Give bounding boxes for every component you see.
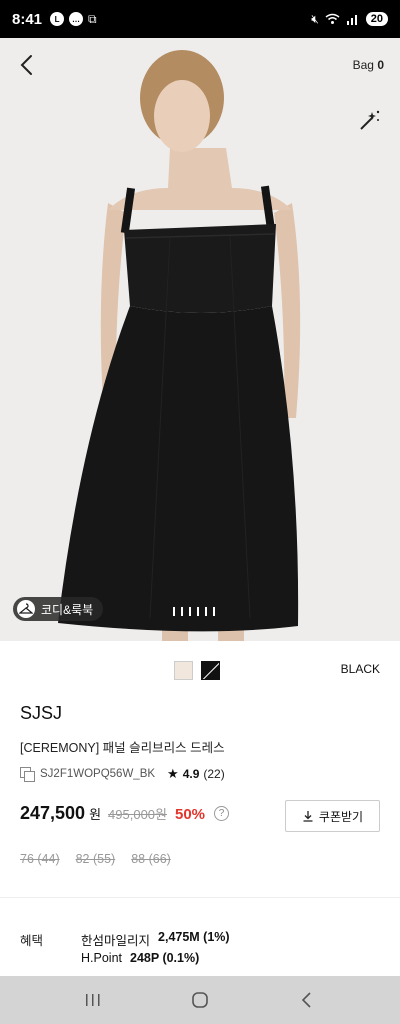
brand-name[interactable]: SJSJ	[20, 703, 62, 724]
product-code: SJ2F1WOPQ56W_BK	[40, 768, 156, 780]
benefit-name: H.Point	[81, 951, 122, 965]
size-option[interactable]: 88 (66)	[131, 852, 171, 866]
lookbook-label: 코디&룩북	[41, 602, 94, 617]
status-bar: 8:41 L … ⧉ 🔇︎ 20	[0, 0, 400, 38]
coupon-button[interactable]: 쿠폰받기	[285, 800, 380, 832]
product-image[interactable]: Bag 0 코디&룩북	[0, 38, 400, 641]
bag-label: Bag	[352, 58, 374, 72]
selected-color-name: BLACK	[340, 662, 380, 676]
product-meta: SJ2F1WOPQ56W_BK ★ 4.9 (22)	[20, 766, 225, 782]
size-options: 76 (44) 82 (55) 88 (66)	[20, 852, 171, 866]
benefit-label: 혜택	[20, 934, 44, 948]
system-icons: 🔇︎ 20	[311, 12, 388, 27]
coupon-label: 쿠폰받기	[318, 809, 364, 824]
review-count[interactable]: (22)	[203, 767, 224, 781]
talk-icon: …	[69, 12, 84, 26]
divider	[0, 897, 400, 898]
benefit-value: 248P (0.1%)	[130, 951, 200, 965]
benefit-name: 한섬마일리지	[81, 934, 151, 948]
line-icon: L	[50, 12, 65, 26]
image-pager	[173, 607, 215, 616]
benefit-item: H.Point 248P (0.1%)	[81, 951, 199, 965]
battery-icon: 20	[365, 12, 388, 26]
pager-dot	[189, 607, 191, 616]
help-icon[interactable]: ?	[214, 806, 230, 821]
notification-icons: L … ⧉	[50, 12, 97, 27]
recents-icon[interactable]	[78, 985, 108, 1015]
swatch-black[interactable]	[201, 661, 220, 680]
mute-icon: 🔇︎	[311, 11, 319, 26]
lookbook-button[interactable]: 코디&룩북	[13, 597, 104, 621]
download-icon	[303, 811, 313, 822]
system-nav-bar	[0, 976, 400, 1024]
screenshot-icon: ⧉	[88, 11, 97, 26]
pager-dot	[205, 607, 207, 616]
pager-dot	[213, 607, 215, 616]
sale-price: 247,500	[20, 803, 86, 823]
price-row: 247,500 원 495,000원 50% ?	[20, 803, 230, 824]
bag-count: 0	[377, 58, 384, 72]
color-swatches	[174, 661, 220, 680]
benefit-value: 2,475M (1%)	[158, 930, 230, 944]
back-icon[interactable]	[292, 985, 322, 1015]
wifi-icon	[325, 13, 340, 24]
pager-dot	[173, 607, 175, 616]
back-button[interactable]	[14, 52, 40, 78]
swatch-beige[interactable]	[174, 661, 193, 680]
benefit-item: 한섬마일리지 2,475M (1%)	[81, 930, 230, 949]
pager-dot	[197, 607, 199, 616]
home-icon[interactable]	[185, 985, 215, 1015]
rating-value[interactable]: 4.9	[183, 767, 200, 781]
star-icon: ★	[167, 766, 179, 781]
pager-dot	[181, 607, 183, 616]
magic-wand-icon[interactable]	[358, 108, 382, 132]
copy-icon[interactable]	[20, 767, 35, 782]
dress-model-photo	[0, 38, 400, 641]
size-option[interactable]: 82 (55)	[76, 852, 116, 866]
original-price: 495,000원	[108, 807, 167, 822]
status-time: 8:41	[12, 10, 43, 28]
discount-rate: 50%	[175, 806, 206, 823]
size-option[interactable]: 76 (44)	[20, 852, 60, 866]
hanger-icon	[17, 600, 35, 618]
currency: 원	[89, 807, 102, 822]
signal-icon	[346, 15, 357, 25]
product-title: [CEREMONY] 패널 슬리브리스 드레스	[20, 741, 225, 755]
bag-button[interactable]: Bag 0	[353, 58, 384, 72]
